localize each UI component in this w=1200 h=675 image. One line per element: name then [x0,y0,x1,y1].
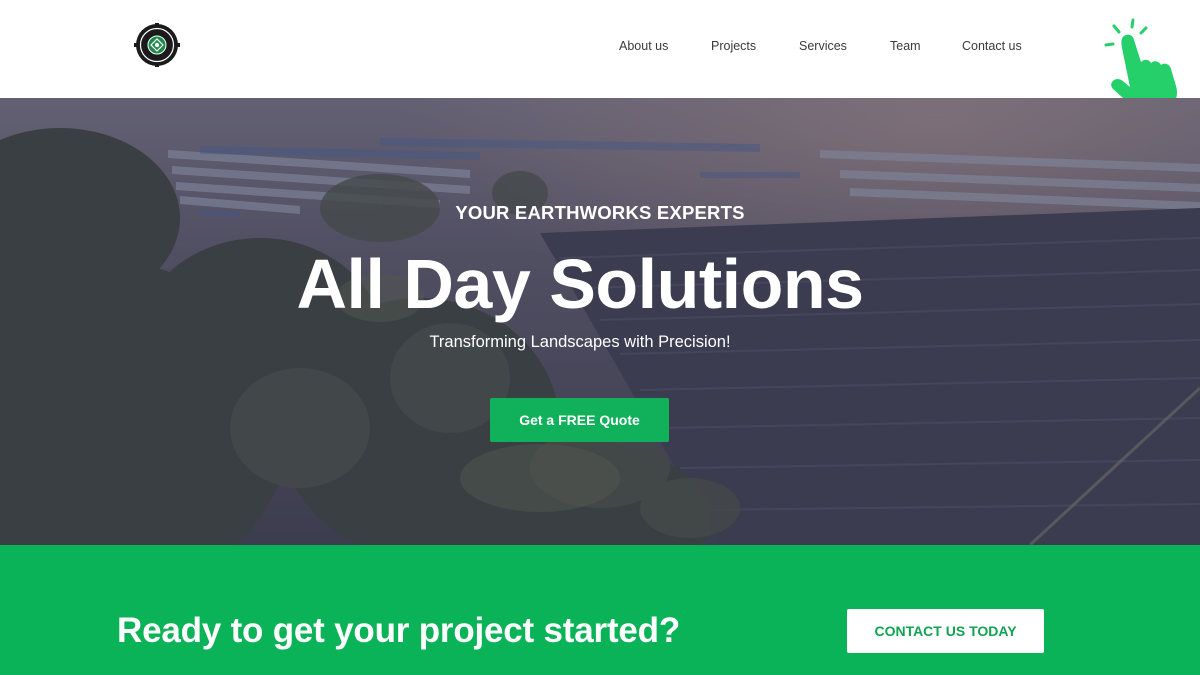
main-nav: About us Projects Services Team Contact … [0,38,1200,54]
nav-about-us[interactable]: About us [619,38,668,54]
nav-projects[interactable]: Projects [711,38,756,54]
cta-title: Ready to get your project started? [117,611,681,650]
nav-services[interactable]: Services [799,38,847,54]
hero-subtitle: Transforming Landscapes with Precision! [429,333,731,351]
contact-us-today-button[interactable]: CONTACT US TODAY [847,609,1044,653]
hero-eyebrow: YOUR EARTHWORKS EXPERTS [455,202,745,223]
nav-team[interactable]: Team [890,38,921,54]
get-free-quote-button[interactable]: Get a FREE Quote [490,398,669,442]
hero-section: YOUR EARTHWORKS EXPERTS All Day Solution… [0,98,1200,545]
site-header: About us Projects Services Team Contact … [0,0,1200,116]
cta-band: Ready to get your project started? CONTA… [0,545,1200,675]
hero-title: All Day Solutions [296,245,864,323]
nav-contact-us[interactable]: Contact us [962,38,1022,54]
